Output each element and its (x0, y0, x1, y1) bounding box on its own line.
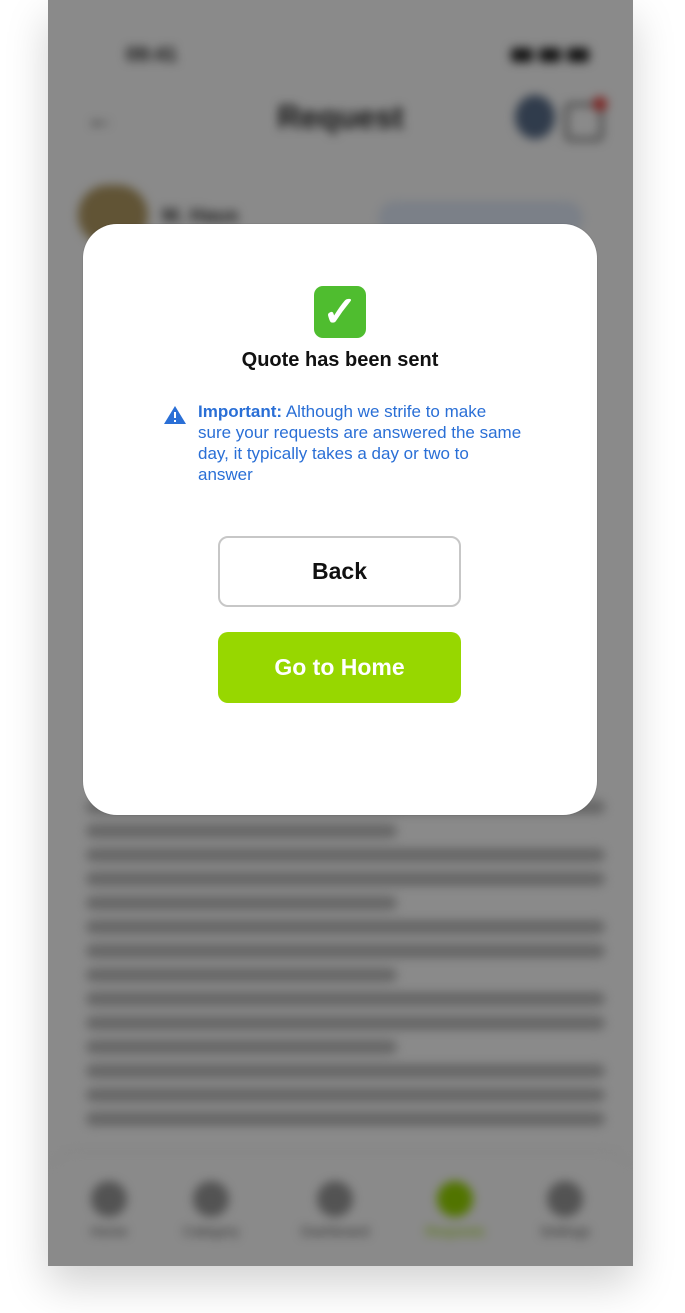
check-mark-icon: ✓ (314, 286, 366, 338)
back-button[interactable]: Back (218, 536, 461, 607)
dialog-title: Quote has been sent (241, 349, 439, 371)
warning-icon (164, 406, 186, 424)
notice-label: Important: (198, 402, 283, 421)
notice-text: Important: Although we strife to make su… (198, 401, 523, 485)
success-dialog: ✓ Quote has been sent Important: Althoug… (83, 224, 597, 815)
go-to-home-button[interactable]: Go to Home (218, 632, 461, 703)
important-notice: Important: Although we strife to make su… (163, 401, 523, 485)
